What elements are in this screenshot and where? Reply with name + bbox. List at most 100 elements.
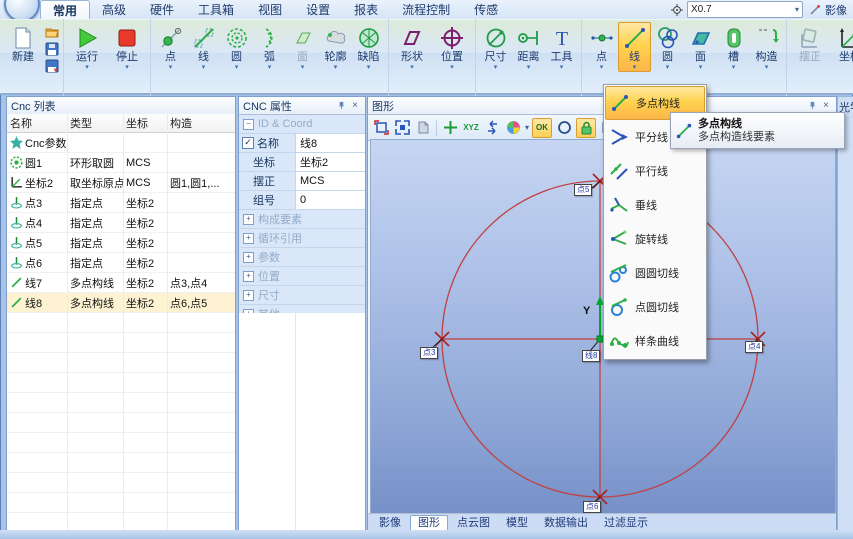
feature-arc-button[interactable]: 弧 ▾ [253, 22, 286, 72]
table-header-row[interactable]: 名称 类型 坐标 构造 [7, 114, 235, 133]
tab-baobiao[interactable]: 报表 [342, 0, 390, 19]
align-button[interactable]: 摆正 [790, 22, 830, 65]
table-row[interactable]: 点6 指定点 坐标2 [7, 253, 235, 273]
point3-label[interactable]: 点3 [420, 347, 438, 359]
feature-circle-button[interactable]: 圆 ▾ [220, 22, 253, 72]
tab-dataoutput[interactable]: 数据输出 [537, 516, 595, 531]
feature-defect-button[interactable]: 缺陷 ▾ [352, 22, 385, 72]
construct-plane-button[interactable]: 面 ▾ [684, 22, 717, 72]
property-row[interactable]: ✓ 名称 线8 [239, 134, 365, 153]
menu-item-perpendicular-line[interactable]: 垂线 [605, 188, 705, 222]
fit-view-icon[interactable] [393, 119, 411, 137]
table-row-selected[interactable]: 线8 多点构线 坐标2 点6,点5 [7, 293, 235, 313]
property-row[interactable]: 组号 0 [239, 191, 365, 210]
dimension-size-button[interactable]: 尺寸 ▾ [479, 22, 512, 72]
column-header-name[interactable]: 名称 [7, 115, 67, 131]
rotate-view-icon[interactable] [414, 119, 432, 137]
property-row[interactable]: 摆正 MCS [239, 172, 365, 191]
tab-changyong[interactable]: 常用 [40, 0, 90, 19]
new-file-button[interactable]: 新建 [3, 22, 43, 65]
tab-gongjuxiang[interactable]: 工具箱 [186, 0, 246, 19]
save-as-icon[interactable] [44, 58, 60, 74]
ok-confirm-button[interactable]: OK [532, 118, 552, 138]
coordinate-button[interactable]: 坐标 [830, 22, 853, 65]
color-wheel-icon[interactable] [504, 119, 522, 137]
open-folder-icon[interactable] [44, 24, 60, 40]
tab-yingjian[interactable]: 硬件 [138, 0, 186, 19]
dimension-tool-button[interactable]: T 工具 ▾ [545, 22, 578, 72]
optical-side-tab[interactable]: 光学 [837, 96, 853, 532]
position-tolerance-button[interactable]: 位置 ▾ [432, 22, 472, 72]
tab-graphics[interactable]: 图形 [410, 515, 448, 531]
xyz-coordinates-icon[interactable]: XYZ [462, 119, 480, 137]
feature-point-button[interactable]: 点 ▾ [154, 22, 187, 72]
property-value[interactable]: 0 [295, 191, 365, 209]
point4-label[interactable]: 点4 [745, 341, 763, 353]
feature-plane-button[interactable]: 面 ▾ [286, 22, 319, 72]
tab-image[interactable]: 影像 [372, 516, 408, 531]
tab-liuchengkongzhi[interactable]: 流程控制 [390, 0, 462, 19]
pin-icon[interactable] [335, 100, 347, 112]
close-icon[interactable]: × [820, 100, 832, 112]
zoom-level-combobox[interactable]: X0.7 ▾ [687, 1, 803, 18]
property-value[interactable]: 坐标2 [295, 153, 365, 171]
table-row[interactable]: 圆1 环形取圆 MCS [7, 153, 235, 173]
tab-shitu[interactable]: 视图 [246, 0, 294, 19]
construct-point-button[interactable]: 点 ▾ [585, 22, 618, 72]
expand-icon[interactable]: + [243, 271, 254, 282]
line8-label[interactable]: 线8 [582, 350, 600, 362]
construct-line-button[interactable]: 线 ▾ [618, 22, 651, 72]
tab-filterdisplay[interactable]: 过滤显示 [597, 516, 655, 531]
dimension-distance-button[interactable]: 距离 ▾ [512, 22, 545, 72]
point5-label[interactable]: 点5 [574, 184, 592, 196]
table-row[interactable]: 坐标2 取坐标原点 MCS 圆1,圆1,... [7, 173, 235, 193]
table-row[interactable]: 点3 指定点 坐标2 [7, 193, 235, 213]
section-position[interactable]: +位置 [239, 267, 365, 286]
save-icon[interactable] [44, 41, 60, 57]
expand-icon[interactable]: + [243, 290, 254, 301]
table-row[interactable]: Cnc参数 [7, 133, 235, 153]
run-button[interactable]: 运行 ▾ [67, 22, 107, 72]
menu-item-circle-circle-tangent[interactable]: 圆圆切线 [605, 256, 705, 290]
point6-label[interactable]: 点6 [583, 501, 601, 513]
chevron-down-icon[interactable]: ▾ [525, 123, 529, 132]
close-icon[interactable]: × [349, 100, 361, 112]
lock-icon[interactable] [576, 118, 596, 138]
menu-item-point-circle-tangent[interactable]: 点圆切线 [605, 290, 705, 324]
construct-circle-button[interactable]: 圆 ▾ [651, 22, 684, 72]
section-id-coord[interactable]: − ID & Coord [239, 115, 365, 134]
tab-model[interactable]: 模型 [499, 516, 535, 531]
table-row[interactable]: 点5 指定点 坐标2 [7, 233, 235, 253]
image-mode-label[interactable]: 影像 [825, 2, 847, 18]
feature-contour-button[interactable]: 轮廓 ▾ [319, 22, 352, 72]
construct-slot-button[interactable]: 槽 ▾ [717, 22, 750, 72]
tab-gaoji[interactable]: 高级 [90, 0, 138, 19]
crosshair-plus-icon[interactable] [441, 119, 459, 137]
column-header-type[interactable]: 类型 [67, 115, 123, 131]
swap-arrows-icon[interactable] [483, 119, 501, 137]
tab-pointcloud[interactable]: 点云图 [450, 516, 497, 531]
stop-button[interactable]: 停止 ▾ [107, 22, 147, 72]
table-row[interactable]: 点4 指定点 坐标2 [7, 213, 235, 233]
pin-icon[interactable] [806, 100, 818, 112]
expand-icon[interactable]: + [243, 252, 254, 263]
collapse-icon[interactable]: − [243, 119, 254, 130]
section-loop-ref[interactable]: +循环引用 [239, 229, 365, 248]
construct-build-button[interactable]: 构造 ▾ [750, 22, 783, 72]
shape-tolerance-button[interactable]: 形状 ▾ [392, 22, 432, 72]
section-components[interactable]: +构成要素 [239, 210, 365, 229]
property-value[interactable]: MCS [295, 172, 365, 190]
section-params[interactable]: +参数 [239, 248, 365, 267]
circle-select-icon[interactable] [555, 119, 573, 137]
column-header-construct[interactable]: 构造 [167, 115, 235, 131]
property-value[interactable]: 线8 [295, 134, 365, 152]
property-row[interactable]: 坐标 坐标2 [239, 153, 365, 172]
tab-chuangan[interactable]: 传感 [462, 0, 510, 19]
expand-icon[interactable]: + [243, 214, 254, 225]
name-checkbox[interactable]: ✓ [242, 137, 254, 149]
menu-item-rotated-line[interactable]: 旋转线 [605, 222, 705, 256]
zoom-window-icon[interactable] [372, 119, 390, 137]
menu-item-parallel-line[interactable]: 平行线 [605, 154, 705, 188]
expand-icon[interactable]: + [243, 233, 254, 244]
feature-line-button[interactable]: 线 ▾ [187, 22, 220, 72]
